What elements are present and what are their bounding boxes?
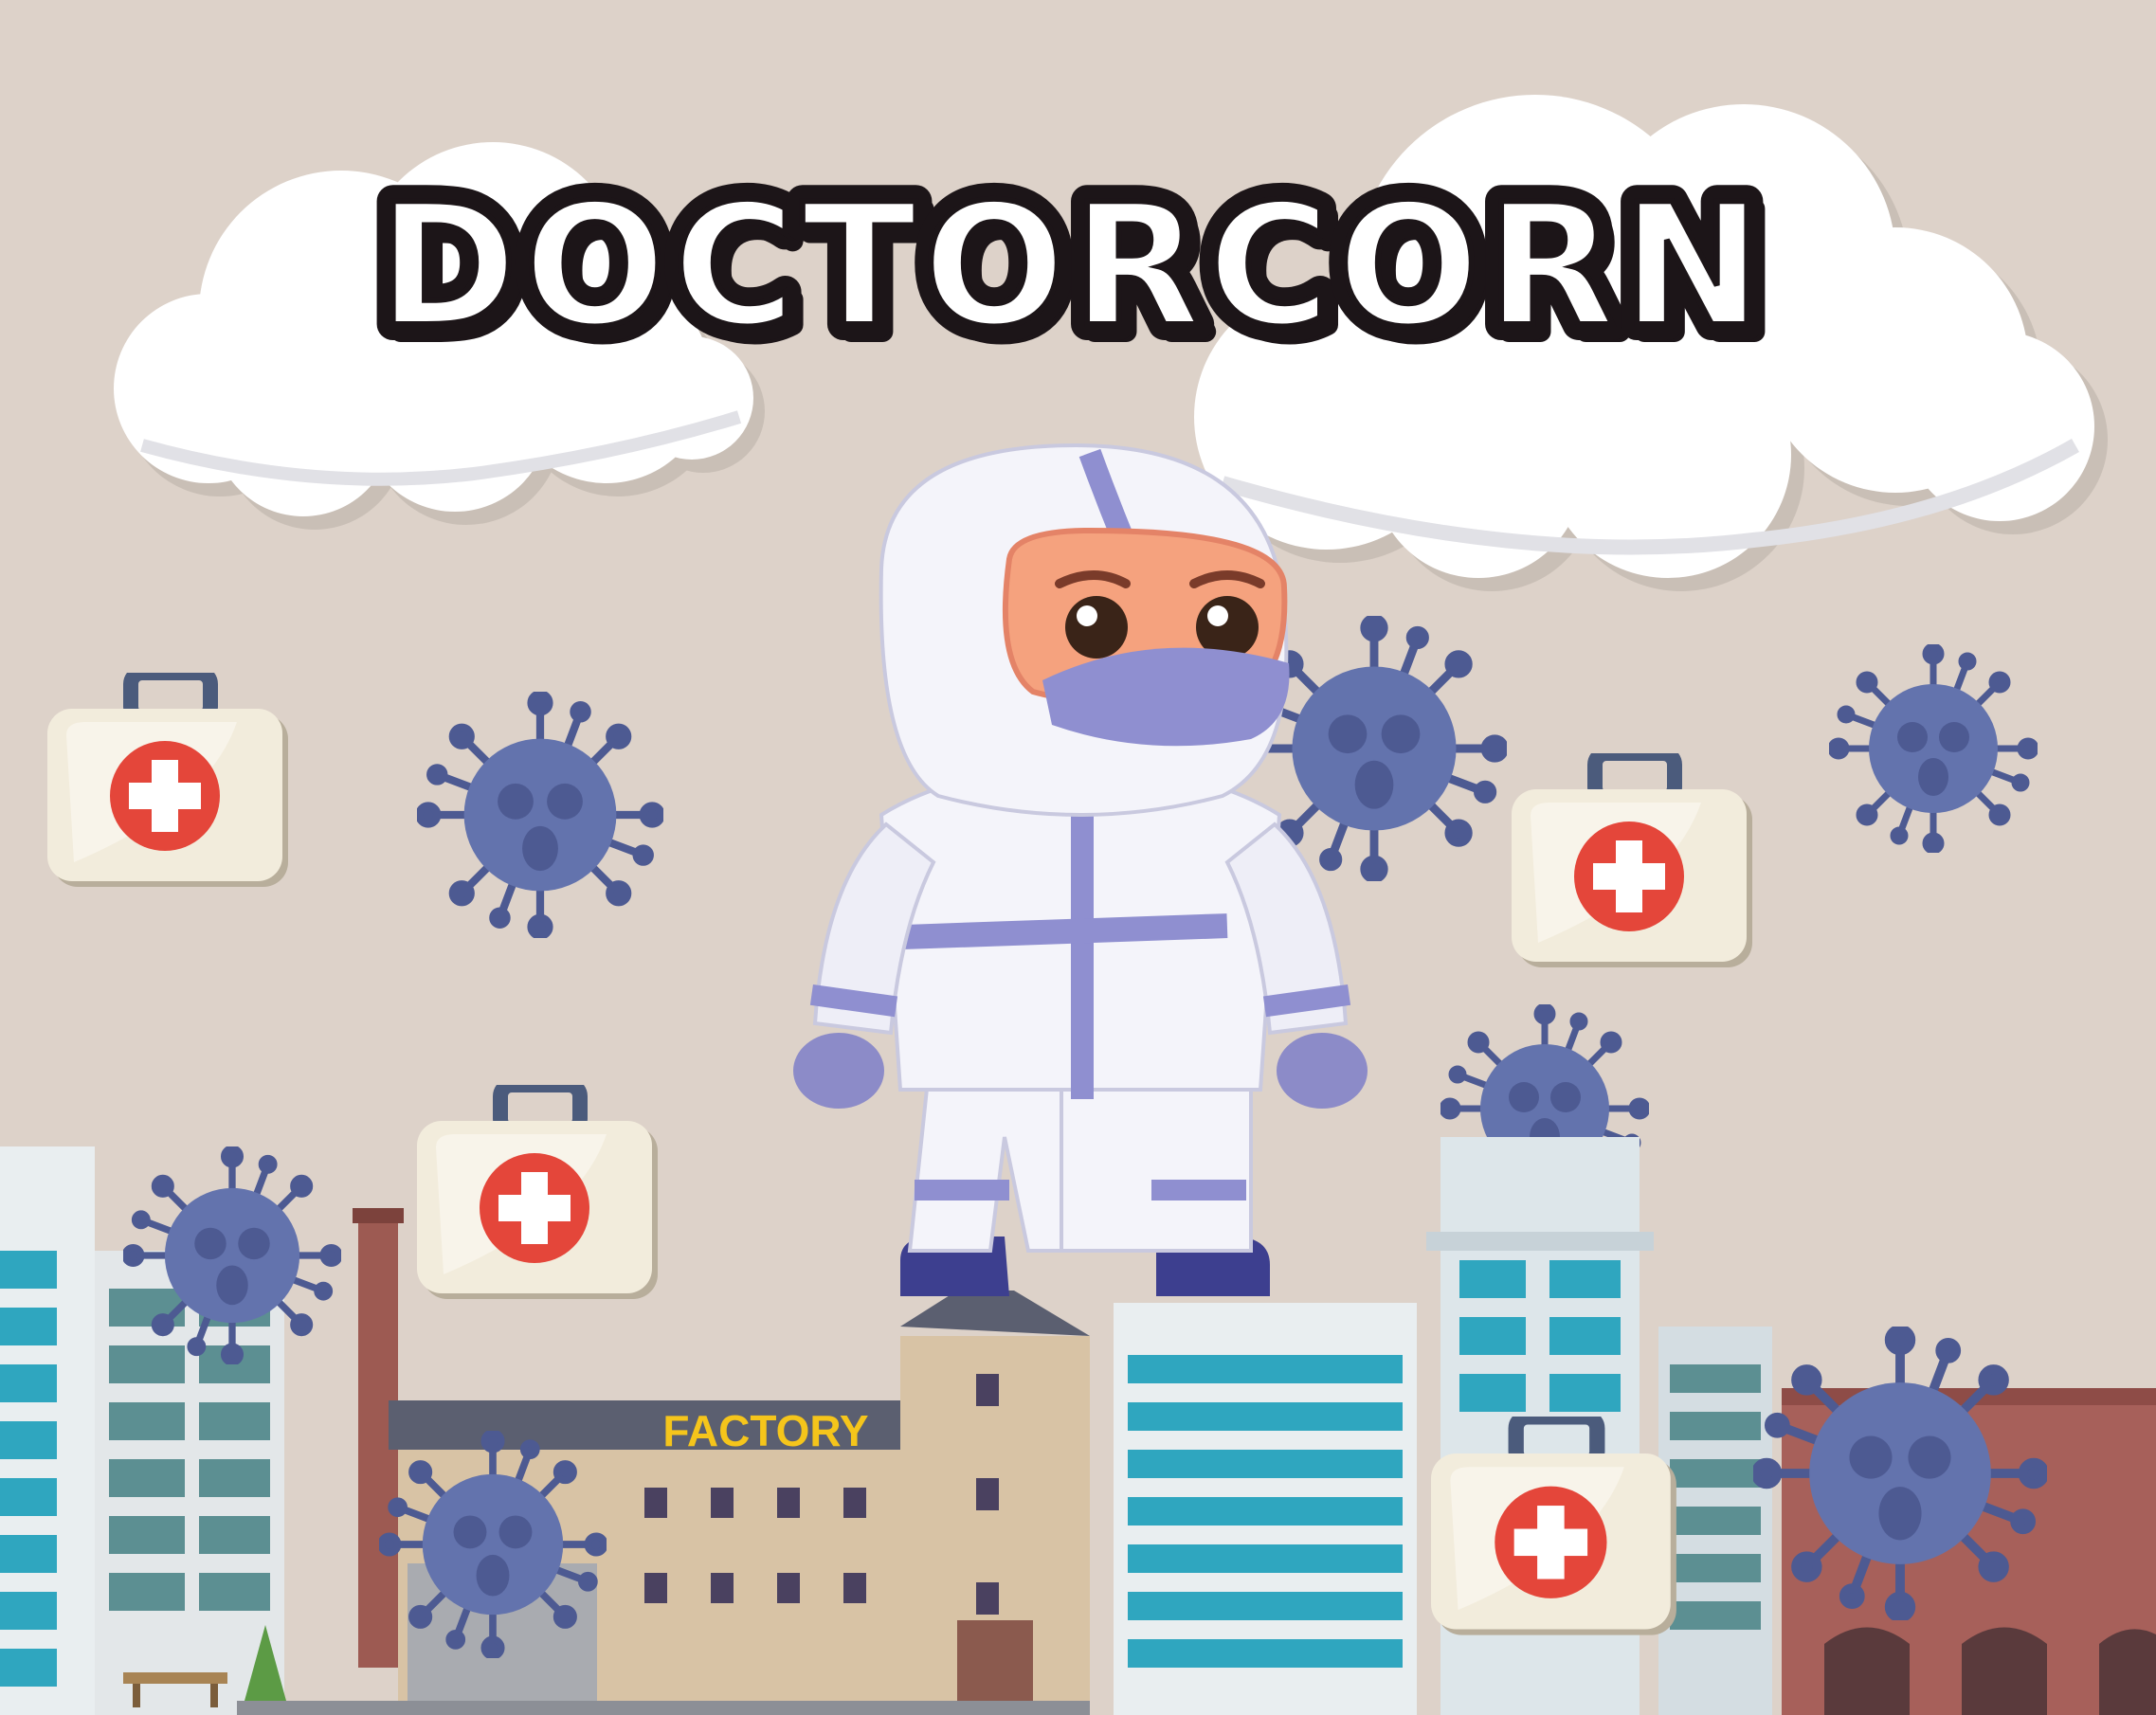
factory-sign: FACTORY <box>662 1406 868 1455</box>
game-title: DOCTORCORN DOCTORCORN DOCTORCORN <box>361 152 1781 382</box>
virus-icon <box>1756 1329 2044 1617</box>
game-scene: DOCTORCORN DOCTORCORN DOCTORCORN FACTORY <box>0 0 2156 1715</box>
virus-icon <box>419 694 661 935</box>
virus-icon <box>381 1433 605 1656</box>
virus-icon <box>1831 646 2036 851</box>
virus-icon <box>125 1148 339 1363</box>
svg-text:DOCTORCORN: DOCTORCORN <box>377 168 1768 364</box>
